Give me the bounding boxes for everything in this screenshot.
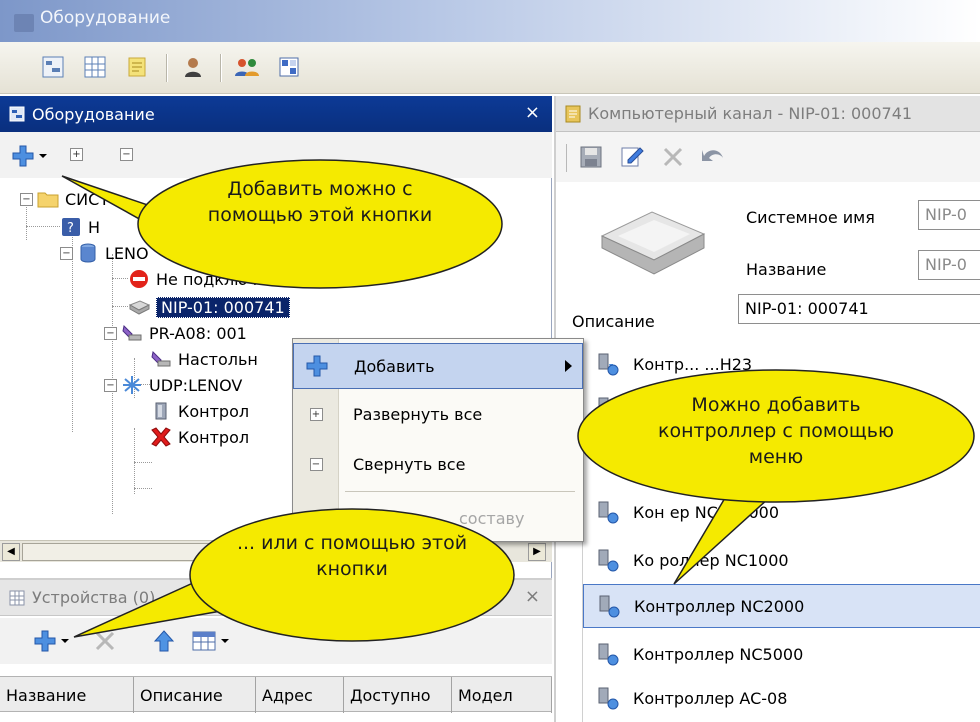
callout-menu: Можно добавить контроллер с помощью меню	[658, 394, 894, 468]
callouts-overlay	[61, 159, 975, 642]
callout-or-button: ... или с помощью этой кнопки	[236, 532, 468, 580]
callout-add-button: Добавить можно с помощью этой кнопки	[207, 178, 433, 226]
